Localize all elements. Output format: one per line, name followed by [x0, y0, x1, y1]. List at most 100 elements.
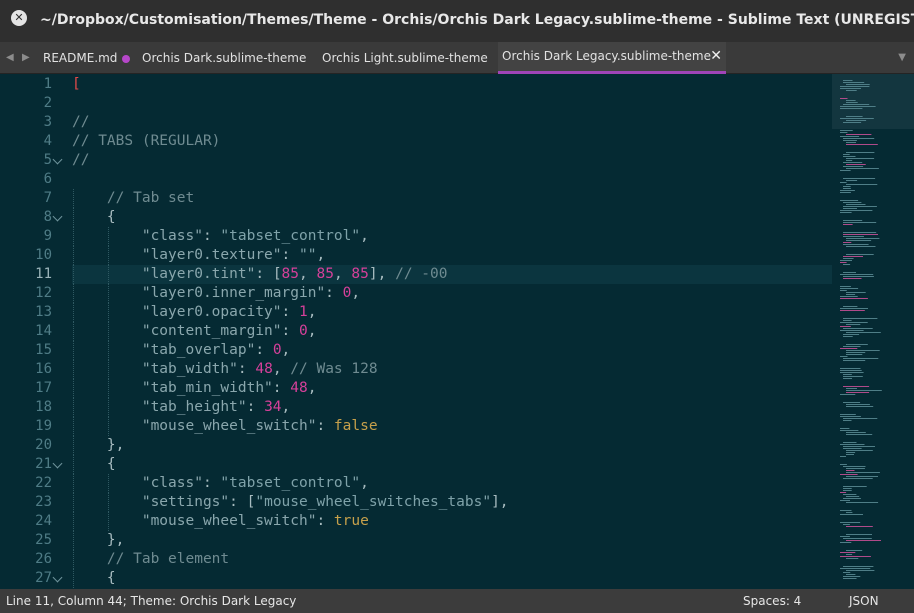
- code-line[interactable]: "tab_width": 48, // Was 128: [72, 360, 832, 379]
- minimap-line: [840, 522, 861, 523]
- line-number-label: 4: [43, 133, 52, 149]
- code-line[interactable]: "content_margin": 0,: [72, 322, 832, 341]
- line-number-label: 24: [35, 513, 52, 529]
- indent-guide: [73, 341, 74, 360]
- minimap-line: [846, 292, 866, 293]
- minimap-line: [840, 368, 861, 369]
- line-number: 11: [0, 265, 72, 284]
- minimap-line: [846, 254, 874, 255]
- code-line[interactable]: "mouse_wheel_switch": false: [72, 417, 832, 436]
- minimap-line: [840, 182, 847, 183]
- minimap-line: [843, 264, 851, 265]
- minimap-line: [846, 450, 873, 451]
- line-number: 6: [0, 170, 72, 189]
- code-line[interactable]: },: [72, 531, 832, 550]
- code-line[interactable]: // Tab set: [72, 189, 832, 208]
- code-line[interactable]: "class": "tabset_control",: [72, 227, 832, 246]
- code-line[interactable]: //: [72, 151, 832, 170]
- chevron-down-icon[interactable]: [52, 458, 63, 469]
- line-number: 2: [0, 94, 72, 113]
- minimap-line: [843, 140, 857, 141]
- line-number: 14: [0, 322, 72, 341]
- minimap-line: [843, 566, 874, 567]
- close-circle-icon[interactable]: ✕: [11, 10, 27, 26]
- close-icon[interactable]: ✕: [710, 42, 722, 70]
- minimap-line: [840, 416, 861, 417]
- minimap-line: [840, 414, 856, 415]
- minimap-line: [843, 156, 856, 157]
- code-line[interactable]: "mouse_wheel_switch": true: [72, 512, 832, 531]
- minimap-line: [840, 510, 852, 511]
- editor[interactable]: 1 2 3 4 5 6 7 8 9 10 11 12 13 14 15 16 17 18 19 20 21 22 23 24 2…: [0, 74, 914, 589]
- minimap-line: [846, 550, 863, 551]
- minimap-line: [843, 278, 862, 279]
- minimap-line: [840, 274, 874, 275]
- code-line[interactable]: //: [72, 113, 832, 132]
- minimap-line: [846, 352, 866, 353]
- minimap-line: [840, 286, 851, 287]
- indent-guide: [108, 379, 109, 398]
- line-number-label: 8: [43, 209, 52, 225]
- tab-label: Orchis Dark.sublime-theme: [142, 51, 307, 65]
- status-syntax[interactable]: JSON: [849, 589, 879, 613]
- triangle-left-icon[interactable]: ◀: [6, 52, 14, 63]
- code-line[interactable]: "settings": ["mouse_wheel_switches_tabs"…: [72, 493, 832, 512]
- minimap-line: [843, 490, 852, 491]
- line-number-label: 10: [35, 247, 52, 263]
- code-line[interactable]: "class": "tabset_control",: [72, 474, 832, 493]
- code-line[interactable]: {: [72, 569, 832, 588]
- code-line[interactable]: [72, 170, 832, 189]
- line-number: 23: [0, 493, 72, 512]
- code-line[interactable]: {: [72, 208, 832, 227]
- tab-orchis-dark-legacy[interactable]: Orchis Dark Legacy.sublime-theme ✕: [498, 42, 726, 74]
- code-line[interactable]: "tab_min_width": 48,: [72, 379, 832, 398]
- indent-guide: [73, 265, 74, 284]
- code-line[interactable]: "layer0.opacity": 1,: [72, 303, 832, 322]
- code-line[interactable]: "tab_overlap": 0,: [72, 341, 832, 360]
- code-line[interactable]: {: [72, 455, 832, 474]
- minimap-line: [846, 350, 880, 351]
- minimap-line: [840, 552, 856, 553]
- minimap-line: [846, 470, 855, 471]
- line-number: 13: [0, 303, 72, 322]
- minimap-line: [846, 472, 880, 473]
- tab-orchis-dark[interactable]: Orchis Dark.sublime-theme: [142, 42, 306, 74]
- code-line[interactable]: [: [72, 75, 832, 94]
- triangle-down-icon[interactable]: ▼: [898, 52, 906, 63]
- status-spaces[interactable]: Spaces: 4: [743, 589, 801, 613]
- code-line[interactable]: "layer0.tint": [85, 85, 85], // -00: [72, 265, 832, 284]
- code-line[interactable]: },: [72, 436, 832, 455]
- minimap-line: [843, 318, 878, 319]
- line-number: 20: [0, 436, 72, 455]
- title-bar: ✕ ~/Dropbox/Customisation/Themes/Theme -…: [0, 0, 914, 42]
- line-number: 15: [0, 341, 72, 360]
- line-number-label: 25: [35, 532, 52, 548]
- line-number-label: 16: [35, 361, 52, 377]
- chevron-down-icon[interactable]: [52, 211, 63, 222]
- code-line[interactable]: // TABS (REGULAR): [72, 132, 832, 151]
- line-number: 17: [0, 379, 72, 398]
- code-area[interactable]: [ // // TABS (REGULAR) // // Tab set { "cla…: [72, 74, 832, 589]
- tab-orchis-light[interactable]: Orchis Light.sublime-theme: [322, 42, 488, 74]
- minimap-line: [840, 288, 859, 289]
- minimap-line: [846, 434, 873, 435]
- code-line[interactable]: "tab_height": 34,: [72, 398, 832, 417]
- indent-guide: [73, 474, 74, 493]
- minimap-line: [843, 328, 873, 329]
- indent-guide: [73, 569, 74, 588]
- chevron-down-icon[interactable]: [52, 572, 63, 583]
- chevron-down-icon[interactable]: [52, 154, 63, 165]
- code-text: {: [106, 209, 116, 225]
- triangle-right-icon[interactable]: ▶: [22, 52, 30, 63]
- minimap[interactable]: [832, 74, 914, 589]
- code-line[interactable]: "layer0.texture": "",: [72, 246, 832, 265]
- code-line[interactable]: [72, 94, 832, 113]
- code-line[interactable]: "layer0.inner_margin": 0,: [72, 284, 832, 303]
- minimap-line: [843, 360, 866, 361]
- minimap-line: [840, 98, 848, 99]
- code-line[interactable]: // Tab element: [72, 550, 832, 569]
- minimap-line: [846, 84, 870, 85]
- minimap-line: [846, 120, 867, 121]
- tab-readme[interactable]: README.md: [43, 42, 117, 74]
- minimap-line: [843, 154, 850, 155]
